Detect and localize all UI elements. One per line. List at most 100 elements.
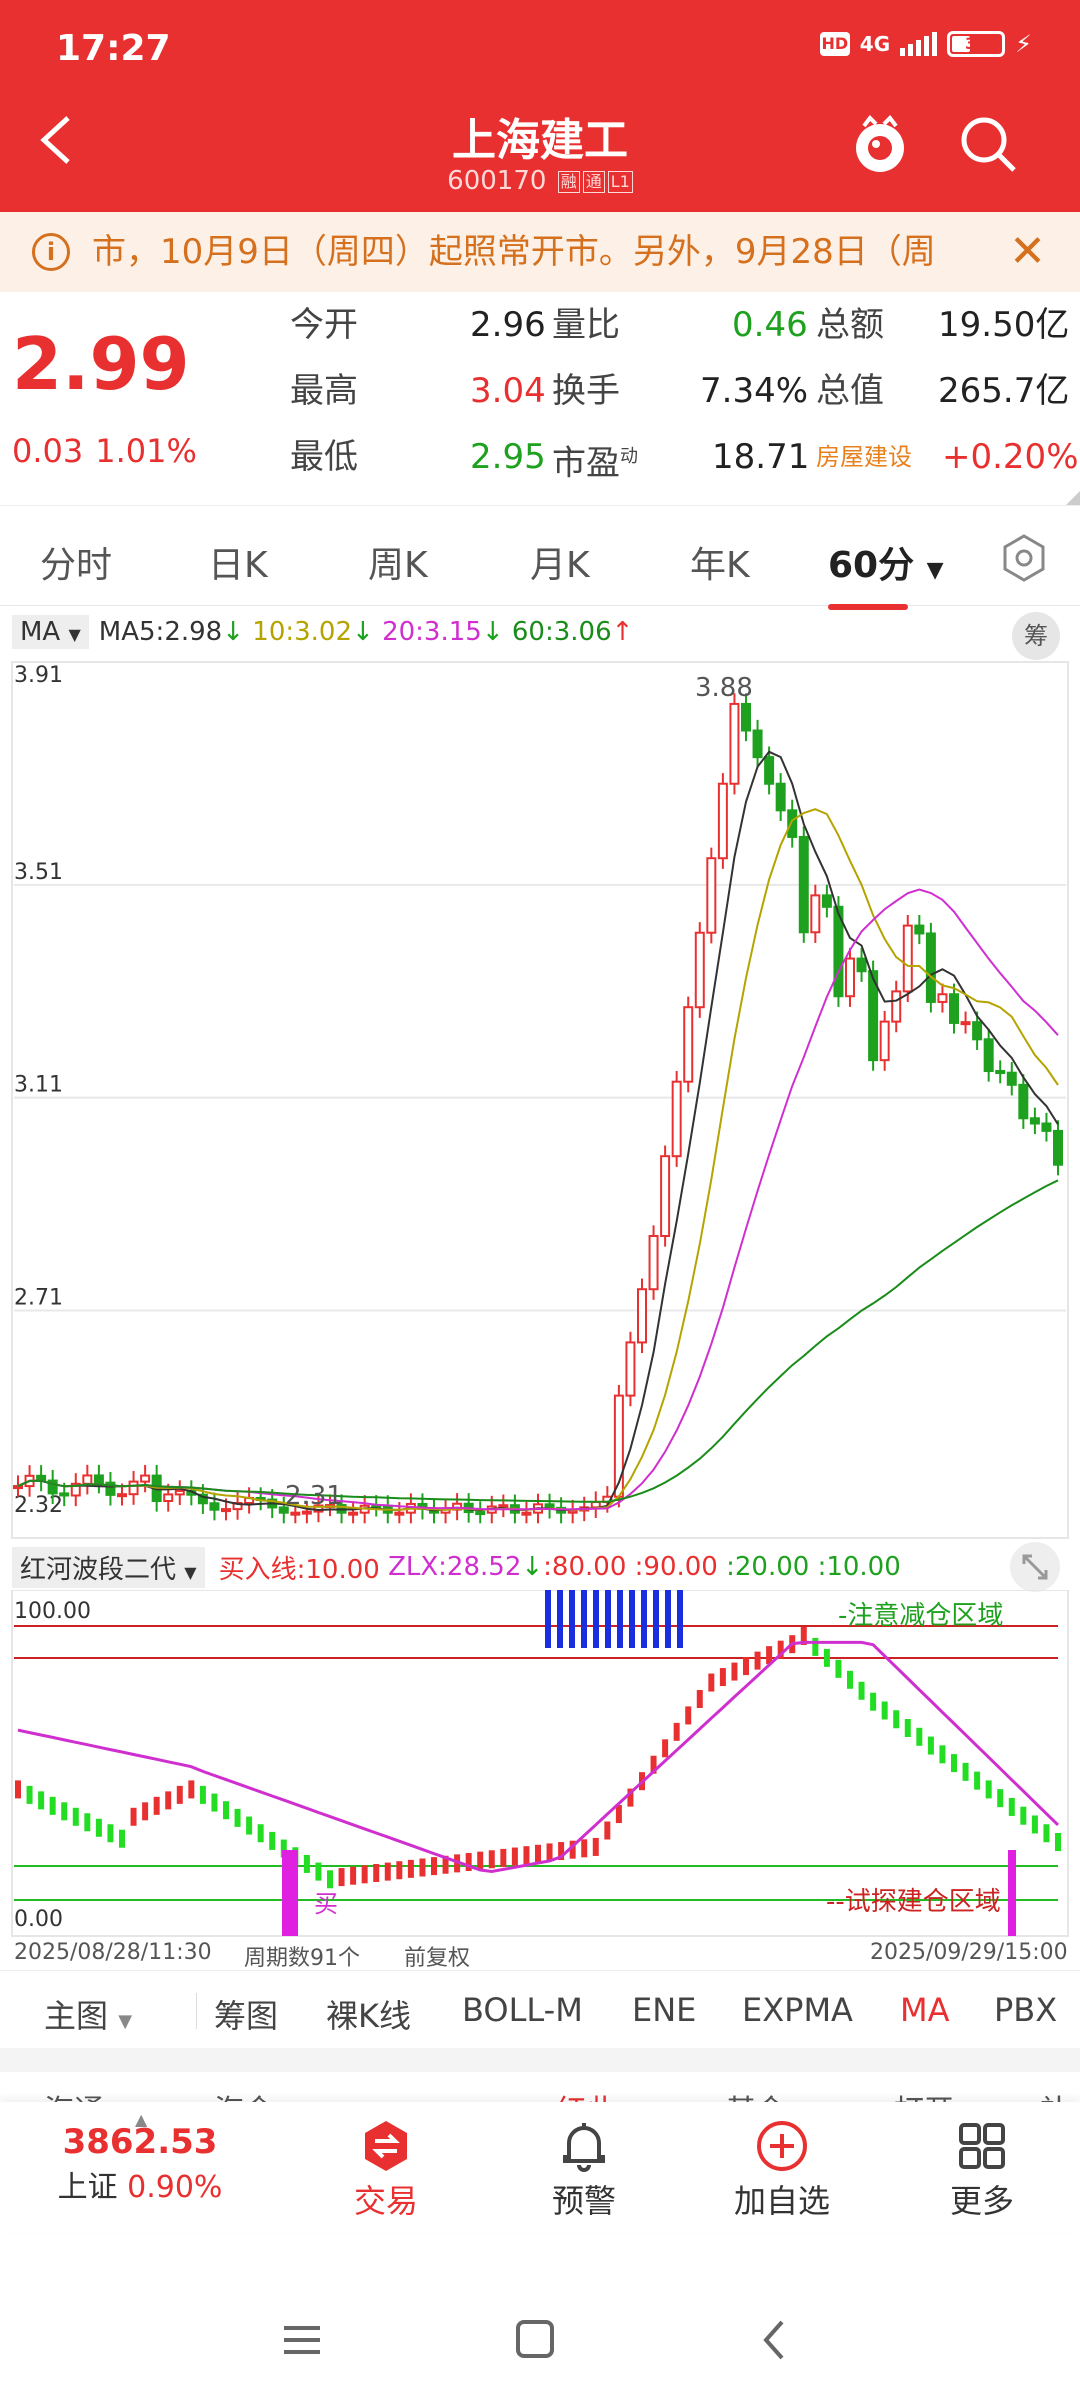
param-20: :20.00 — [726, 1552, 810, 1582]
tab-chip-chart[interactable]: 筹图 — [214, 1991, 278, 2037]
candle-body — [983, 1038, 994, 1073]
indicator-bar — [257, 1824, 264, 1843]
range-end: 2025/09/29/15:00 — [870, 1940, 1068, 1965]
tab-pbx[interactable]: PBX — [994, 1991, 1057, 2029]
indicator-chart[interactable]: 100.00 0.00 -注意减仓区域 --试探建仓区域 买 — [0, 1590, 1080, 1940]
candle-body — [856, 957, 867, 973]
ma-lines — [17, 750, 1059, 1512]
tab-monthly[interactable]: 月K — [530, 536, 590, 588]
expand-corner[interactable] — [1066, 491, 1080, 505]
warning-bar — [581, 1590, 587, 1648]
add-watchlist-button[interactable]: 加自选 — [712, 2116, 852, 2222]
sector-name[interactable]: 房屋建设 — [816, 424, 912, 490]
value-volume-ratio: 0.46 — [732, 305, 808, 345]
candle-body — [498, 1504, 509, 1509]
settings-icon[interactable] — [998, 532, 1050, 584]
indicator-bar — [1020, 1806, 1027, 1825]
tab-expma[interactable]: EXPMA — [742, 1991, 853, 2029]
tab-weekly[interactable]: 周K — [368, 536, 428, 588]
home-icon[interactable] — [516, 2320, 554, 2358]
indicator-bar — [500, 1848, 507, 1867]
partial-row: 海通 海金 红此 基金 打开 补 — [0, 2074, 1080, 2104]
tab-yearly[interactable]: 年K — [690, 536, 750, 588]
warning-bar — [665, 1590, 671, 1648]
indicator-bar — [904, 1719, 911, 1738]
menu-icon[interactable] — [284, 2326, 320, 2354]
tab-ma[interactable]: MA — [900, 1991, 950, 2029]
indicator-bar — [604, 1821, 611, 1840]
candle-body — [879, 1020, 890, 1062]
warning-bar — [569, 1590, 575, 1648]
more-button[interactable]: 更多 — [912, 2116, 1052, 2222]
tab-60min[interactable]: 60分 ▼ — [828, 536, 944, 610]
indicator-bar — [708, 1673, 715, 1692]
close-icon[interactable]: ✕ — [1009, 212, 1046, 292]
tick-high: 100.00 — [14, 1599, 91, 1624]
tab-naked-k[interactable]: 裸K线 — [326, 1991, 411, 2037]
mascot-icon[interactable] — [850, 112, 910, 176]
notice-banner[interactable]: i 市，10月9日（周四）起照常开市。另外，9月28日（周 ✕ — [0, 212, 1080, 292]
candle-body — [752, 729, 763, 759]
label-open: 今开 — [290, 305, 358, 345]
candle-body — [13, 1485, 23, 1490]
y-tick-label: 2.71 — [14, 1285, 63, 1310]
y-tick-label: 2.32 — [14, 1493, 63, 1518]
warning-bar — [557, 1590, 563, 1648]
ma5-value: MA5:2.98 — [98, 617, 223, 647]
network-label: 4G — [859, 32, 891, 56]
candle-body — [902, 924, 913, 993]
ma-line-20 — [17, 888, 1059, 1511]
indicator-bar — [754, 1651, 761, 1670]
candle-body — [764, 756, 775, 785]
main-kline-chart[interactable]: 3.91 3.51 3.11 2.71 2.32 3.88 2.31 — [0, 650, 1080, 1540]
tab-intraday[interactable]: 分时 — [40, 536, 112, 588]
ma-selector[interactable]: MA ▼ — [12, 615, 89, 649]
indicator-bar — [719, 1668, 726, 1687]
y-tick-label: 3.51 — [14, 860, 63, 885]
bottom-bar: ▲ 3862.53 上证 0.90% 交易 预警 加自选 更多 — [0, 2102, 1080, 2232]
warning-bar — [593, 1590, 599, 1648]
top-zone-note: -注意减仓区域 — [838, 1601, 1003, 1631]
indicator-bar — [592, 1837, 599, 1856]
candle-body — [798, 835, 809, 934]
indicator-bar — [246, 1816, 253, 1835]
warning-bar — [545, 1590, 551, 1648]
candle-body — [544, 1503, 555, 1509]
search-icon[interactable] — [956, 112, 1020, 176]
candle-body — [348, 1511, 359, 1516]
indicator-bar — [1008, 1797, 1015, 1816]
tab-daily[interactable]: 日K — [208, 536, 268, 588]
sector-change[interactable]: +0.20% — [942, 424, 1079, 490]
indicator-bar — [511, 1847, 518, 1866]
tab-boll-m[interactable]: BOLL-M — [462, 1991, 583, 2029]
candle-body — [1006, 1071, 1017, 1086]
warning-bar — [641, 1590, 647, 1648]
ma60-value: 60:3.06 — [511, 617, 612, 647]
alert-button[interactable]: 预警 — [514, 2116, 654, 2222]
tab-main-chart[interactable]: 主图 ▼ — [44, 1991, 132, 2037]
indicator-bar — [338, 1868, 345, 1887]
indicator-bar — [731, 1662, 738, 1681]
tab-ene[interactable]: ENE — [632, 1991, 696, 2029]
label-pe: 市盈动 — [552, 443, 638, 484]
change-percent: 1.01% — [95, 432, 197, 470]
adjust-mode[interactable]: 前复权 — [404, 1940, 470, 1972]
candle-body — [290, 1511, 301, 1516]
index-widget[interactable]: ▲ 3862.53 上证 0.90% — [40, 2110, 240, 2206]
nav-back-icon[interactable] — [763, 2320, 784, 2360]
candle-body — [671, 1080, 682, 1158]
trade-button[interactable]: 交易 — [316, 2116, 456, 2222]
trade-icon — [316, 2116, 456, 2176]
label-volume-ratio: 量比 — [552, 305, 620, 345]
candle-body — [625, 1341, 636, 1397]
page-title: 上海建工 — [452, 115, 628, 166]
indicator-bar — [997, 1789, 1004, 1808]
indicator-bar — [165, 1791, 172, 1810]
ma10-value: 10:3.02 — [252, 617, 353, 647]
hd-icon: HD — [819, 32, 850, 56]
indicator-bar — [673, 1722, 680, 1741]
expand-icon[interactable] — [1010, 1542, 1060, 1592]
indicator-bar — [384, 1862, 391, 1881]
candle-body — [995, 1070, 1006, 1075]
indicator-selector[interactable]: 红河波段二代 ▼ — [12, 1546, 205, 1588]
